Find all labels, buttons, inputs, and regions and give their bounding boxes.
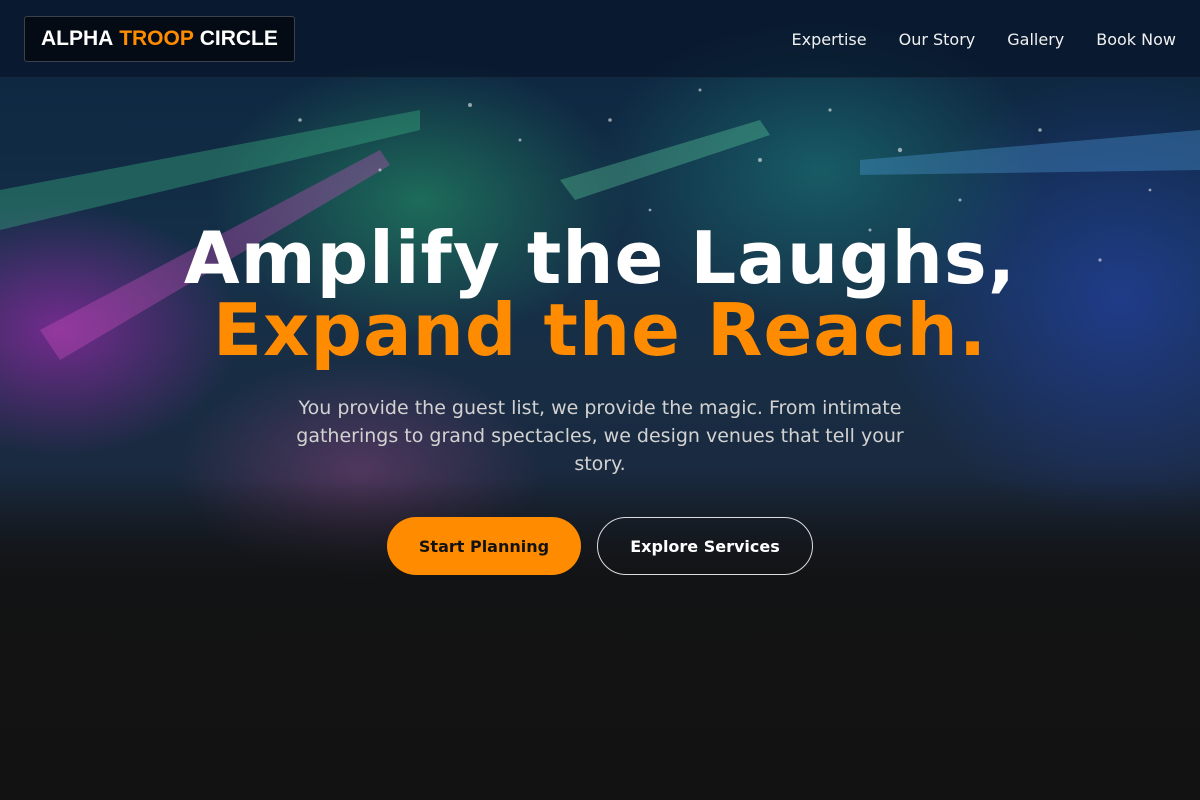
- brand-name-part2: TROOP: [119, 27, 194, 50]
- hero-headline-line1: Amplify the Laughs,: [183, 216, 1017, 300]
- nav-links: Expertise Our Story Gallery Book Now: [792, 0, 1176, 78]
- nav-link-expertise[interactable]: Expertise: [792, 30, 867, 49]
- nav-link-our-story[interactable]: Our Story: [899, 30, 976, 49]
- cta-button-row: Start Planning Explore Services: [0, 517, 1200, 575]
- explore-services-button[interactable]: Explore Services: [597, 517, 813, 575]
- hero-subtext: You provide the guest list, we provide t…: [296, 397, 904, 475]
- brand-name-part3: CIRCLE: [199, 27, 278, 50]
- nav-link-book-now[interactable]: Book Now: [1096, 30, 1176, 49]
- hero-section: ALPHA TROOP CIRCLE Expertise Our Story G…: [0, 0, 1200, 800]
- hero-headline-line2: Expand the Reach.: [212, 288, 988, 372]
- hero-headline: Amplify the Laughs, Expand the Reach.: [0, 222, 1200, 366]
- brand-logo[interactable]: ALPHA TROOP CIRCLE: [24, 16, 295, 62]
- nav-link-gallery[interactable]: Gallery: [1007, 30, 1064, 49]
- top-navbar: ALPHA TROOP CIRCLE Expertise Our Story G…: [0, 0, 1200, 78]
- brand-name-part1: ALPHA: [41, 27, 114, 50]
- start-planning-button[interactable]: Start Planning: [387, 517, 581, 575]
